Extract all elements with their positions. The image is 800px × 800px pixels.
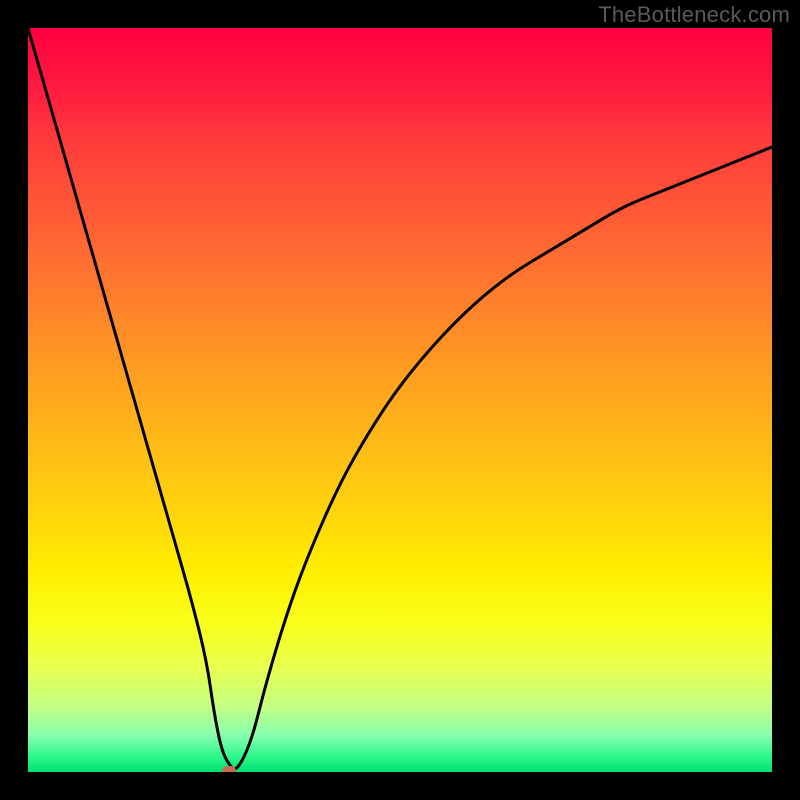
optimal-point-marker	[222, 766, 236, 772]
bottleneck-curve	[28, 28, 772, 772]
watermark-text: TheBottleneck.com	[598, 2, 790, 28]
plot-area	[28, 28, 772, 772]
chart-frame: TheBottleneck.com	[0, 0, 800, 800]
